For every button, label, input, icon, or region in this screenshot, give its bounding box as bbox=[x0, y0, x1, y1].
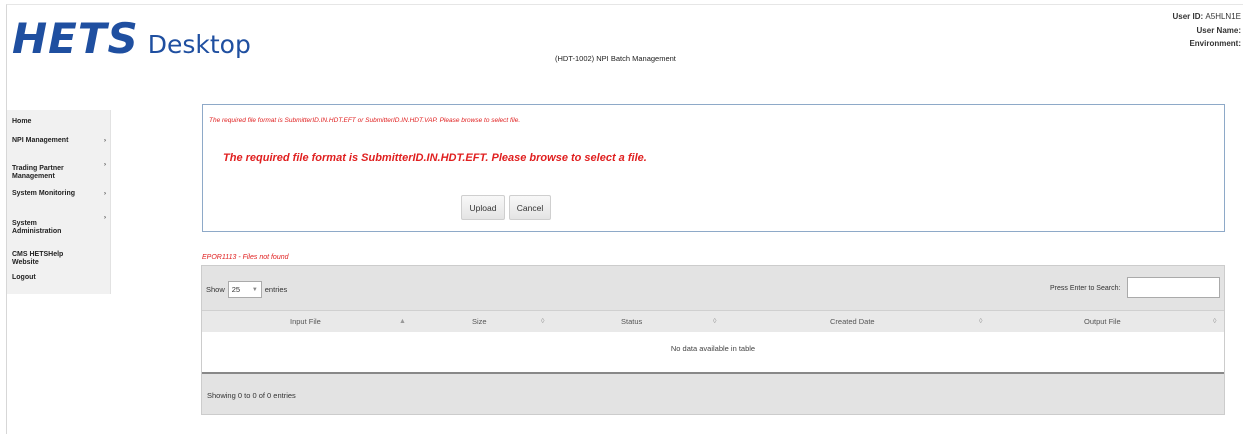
hets-logo: HETS Desktop bbox=[12, 14, 251, 63]
sidebar-item-label: System Monitoring bbox=[12, 190, 76, 197]
page-title: (HDT-1002) NPI Batch Management bbox=[555, 54, 676, 63]
sidebar-item-trading-partner-management[interactable]: Trading Partner Management › bbox=[12, 157, 108, 189]
chevron-down-icon: ▼ bbox=[251, 286, 258, 293]
sort-icon: ◊ bbox=[1213, 318, 1217, 325]
column-header-input-file[interactable]: Input File ▲ bbox=[202, 311, 412, 333]
empty-table-message: No data available in table bbox=[670, 344, 756, 353]
column-label: Output File bbox=[1084, 317, 1121, 326]
sidebar-item-npi-management[interactable]: NPI Management › bbox=[12, 137, 108, 145]
sidebar-item-system-administration[interactable]: System Administration › bbox=[12, 212, 108, 244]
chevron-right-icon: › bbox=[104, 138, 106, 144]
sort-icon: ◊ bbox=[979, 318, 983, 325]
chevron-right-icon: › bbox=[104, 191, 106, 197]
sidebar-item-cms-hetshelp-website[interactable]: CMS HETSHelp Website bbox=[12, 243, 108, 267]
user-name-label: User Name: bbox=[1196, 25, 1241, 35]
upload-button[interactable]: Upload bbox=[461, 195, 505, 220]
column-header-output-file[interactable]: Output File ◊ bbox=[992, 311, 1224, 333]
column-label: Size bbox=[472, 317, 487, 326]
chevron-right-icon: › bbox=[104, 162, 106, 168]
column-header-created-date[interactable]: Created Date ◊ bbox=[727, 311, 992, 333]
sidebar-item-label: Logout bbox=[12, 274, 36, 281]
table-info: Showing 0 to 0 of 0 entries bbox=[207, 391, 296, 400]
sidebar-item-label: Trading Partner Management bbox=[12, 165, 64, 180]
user-id-label: User ID: bbox=[1172, 12, 1204, 21]
sidebar: Home NPI Management › Trading Partner Ma… bbox=[7, 110, 111, 294]
entries-label: entries bbox=[264, 285, 288, 294]
sidebar-item-label: Home bbox=[12, 118, 32, 125]
sidebar-item-label: System Administration bbox=[12, 220, 62, 235]
sidebar-item-logout[interactable]: Logout bbox=[12, 274, 108, 282]
table-divider bbox=[202, 372, 1224, 374]
environment-label: Environment: bbox=[1189, 39, 1241, 48]
user-id-value: A5HLN1E bbox=[1205, 12, 1241, 21]
chevron-right-icon: › bbox=[104, 215, 106, 221]
column-header-size[interactable]: Size ◊ bbox=[412, 311, 552, 333]
user-id-row: User ID: A5HLN1E bbox=[1173, 10, 1242, 24]
column-label: Created Date bbox=[830, 317, 875, 326]
entries-select-value: 25 bbox=[231, 285, 241, 294]
show-label: Show bbox=[206, 285, 225, 294]
file-format-hint: The required file format is SubmitterID.… bbox=[209, 117, 521, 124]
cancel-button[interactable]: Cancel bbox=[509, 195, 551, 220]
search-label: Press Enter to Search: bbox=[1050, 285, 1121, 292]
error-message: EPOR1113 - Files not found bbox=[202, 254, 289, 261]
entries-select[interactable]: 25 ▼ bbox=[227, 281, 262, 298]
data-table: Show 25 ▼ entries Press Enter to Search:… bbox=[201, 265, 1225, 415]
sidebar-item-label: NPI Management bbox=[12, 137, 69, 144]
sidebar-item-system-monitoring[interactable]: System Monitoring › bbox=[12, 190, 108, 198]
logo-sub: Desktop bbox=[147, 30, 251, 59]
column-label: Status bbox=[621, 317, 643, 326]
sidebar-item-label: CMS HETSHelp Website bbox=[12, 251, 64, 266]
sidebar-item-home[interactable]: Home bbox=[12, 118, 108, 126]
file-format-message: The required file format is SubmitterID.… bbox=[223, 152, 647, 164]
entries-length-control: Show 25 ▼ entries bbox=[206, 281, 287, 298]
column-label: Input File bbox=[290, 317, 321, 326]
search-input[interactable] bbox=[1127, 277, 1220, 298]
table-header: Input File ▲ Size ◊ Status ◊ Created Dat… bbox=[202, 310, 1224, 332]
table-body: No data available in table bbox=[202, 332, 1224, 372]
sort-asc-icon: ▲ bbox=[399, 318, 406, 325]
sort-icon: ◊ bbox=[713, 318, 717, 325]
logo-main: HETS bbox=[12, 14, 139, 63]
sort-icon: ◊ bbox=[541, 318, 545, 325]
upload-panel: The required file format is SubmitterID.… bbox=[202, 104, 1225, 232]
column-header-status[interactable]: Status ◊ bbox=[552, 311, 727, 333]
user-info: User ID: A5HLN1E User Name: Environment: bbox=[1173, 10, 1242, 51]
